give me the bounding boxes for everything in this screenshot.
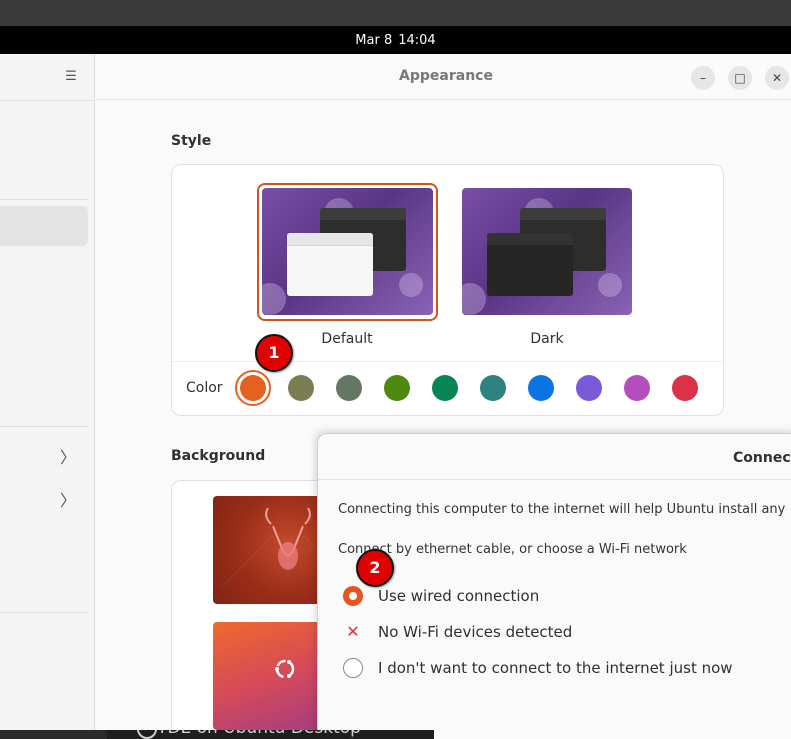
dialog-header: Connect: [318, 434, 791, 480]
connect-dialog: Connect Connecting this computer to the …: [317, 433, 791, 739]
sidebar-header-divider: [0, 100, 95, 101]
style-dark-label: Dark: [530, 331, 564, 347]
close-x-icon: ✕: [346, 622, 360, 641]
menu-icon[interactable]: ☰: [60, 66, 82, 88]
annotation-badge-2: 2: [356, 549, 394, 587]
color-swatch[interactable]: [624, 375, 650, 401]
sidebar: ☰ 〉 〉: [0, 54, 95, 730]
sidebar-divider: [0, 612, 88, 613]
dialog-title: Connect: [733, 450, 791, 466]
color-swatch[interactable]: [480, 375, 506, 401]
option-no-connect-label: I don't want to connect to the internet …: [378, 659, 733, 677]
chevron-right-icon[interactable]: 〉: [60, 444, 76, 468]
option-no-wifi: ✕ No Wi-Fi devices detected: [343, 621, 572, 643]
minimize-button[interactable]: –: [691, 66, 715, 90]
clock-label: 14:04: [398, 32, 436, 48]
date-label: Mar 8: [355, 32, 393, 48]
radio-unselected-icon[interactable]: [343, 658, 363, 678]
dialog-description: Connecting this computer to the internet…: [338, 502, 786, 517]
taskbar-item[interactable]: TDE on Ubuntu Desktop: [107, 730, 434, 739]
globe-icon: [137, 730, 157, 739]
color-swatch[interactable]: [576, 375, 602, 401]
style-card: Default Dark Color: [171, 164, 724, 416]
header-bar: Appearance – □ ✕: [96, 54, 791, 100]
option-no-wifi-label: No Wi-Fi devices detected: [378, 623, 573, 641]
sidebar-item-selected[interactable]: [0, 206, 88, 246]
color-swatch[interactable]: [528, 375, 554, 401]
maximize-button[interactable]: □: [728, 66, 752, 90]
sidebar-divider: [0, 199, 88, 200]
close-button[interactable]: ✕: [765, 66, 789, 90]
color-swatch[interactable]: [432, 375, 458, 401]
dialog-prompt: Connect by ethernet cable, or choose a W…: [338, 542, 687, 557]
taskbar-label: TDE on Ubuntu Desktop: [157, 730, 361, 738]
window-title: Appearance: [399, 68, 493, 84]
color-swatch[interactable]: [672, 375, 698, 401]
style-default-thumbnail[interactable]: [262, 188, 433, 315]
radio-selected-icon[interactable]: [343, 586, 363, 606]
color-swatch[interactable]: [288, 375, 314, 401]
color-swatch[interactable]: [336, 375, 362, 401]
color-row-divider: [172, 361, 724, 362]
top-bar[interactable]: Mar 8 14:04: [0, 26, 791, 54]
color-swatch[interactable]: [384, 375, 410, 401]
option-wired-label: Use wired connection: [378, 587, 540, 605]
color-swatch[interactable]: [240, 375, 266, 401]
top-strip: [0, 0, 791, 26]
option-no-connect[interactable]: I don't want to connect to the internet …: [343, 657, 733, 679]
sidebar-divider: [0, 426, 88, 427]
background-heading: Background: [171, 448, 266, 464]
annotation-badge-1: 1: [255, 334, 293, 372]
option-wired[interactable]: Use wired connection: [343, 585, 539, 607]
color-label: Color: [186, 380, 223, 396]
style-dark-thumbnail[interactable]: [462, 188, 632, 315]
style-heading: Style: [171, 133, 212, 149]
chevron-right-icon[interactable]: 〉: [60, 487, 76, 511]
